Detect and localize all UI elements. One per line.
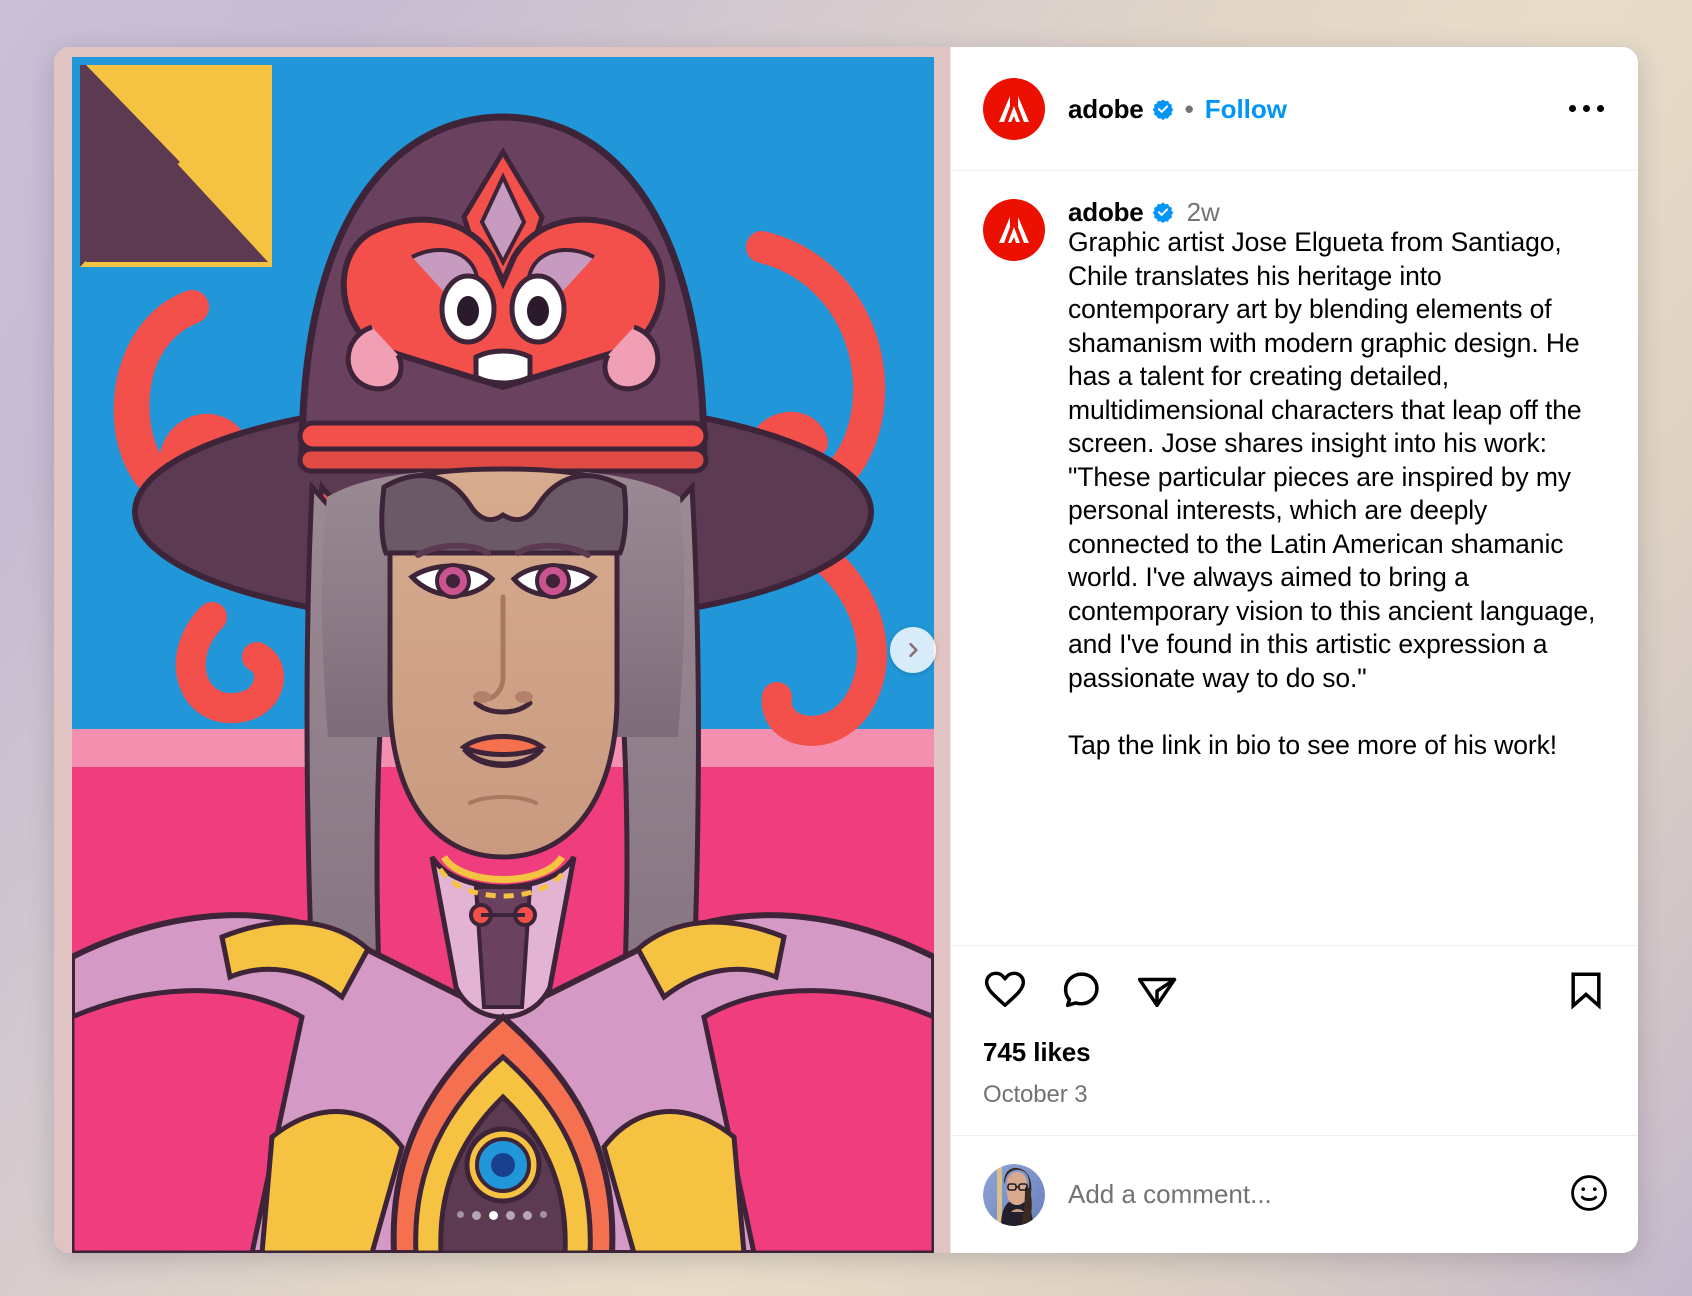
post-info-pane: adobe • Follow adobe 2w Graphic artist J… (950, 47, 1638, 1253)
post-header: adobe • Follow (951, 47, 1638, 171)
carousel-next-button[interactable] (890, 627, 936, 673)
emoji-picker-button[interactable] (1568, 1172, 1610, 1217)
post-image[interactable] (72, 57, 934, 1253)
current-user-avatar[interactable] (983, 1163, 1045, 1226)
adobe-avatar[interactable] (983, 199, 1045, 261)
caption-text: Graphic artist Jose Elgueta from Santiag… (1068, 227, 1596, 760)
caption-area: adobe 2w Graphic artist Jose Elgueta fro… (951, 171, 1638, 946)
carousel-dot[interactable] (540, 1211, 547, 1218)
carousel-dot-active[interactable] (489, 1211, 498, 1220)
save-button[interactable] (1564, 968, 1608, 1015)
adobe-logo-icon (983, 77, 1045, 140)
carousel-dot[interactable] (457, 1211, 464, 1218)
post-author-username[interactable]: adobe (1068, 96, 1144, 122)
action-icon-row (983, 968, 1608, 1015)
chevron-right-icon (903, 640, 923, 660)
instagram-post-card: adobe • Follow adobe 2w Graphic artist J… (54, 47, 1638, 1253)
more-options-icon[interactable] (1563, 93, 1610, 124)
share-button[interactable] (1135, 968, 1179, 1015)
share-paper-plane-icon (1135, 968, 1179, 1015)
verified-badge-icon (1152, 98, 1174, 120)
comment-composer (951, 1135, 1638, 1253)
artwork-illustration (72, 57, 934, 1253)
like-button[interactable] (983, 968, 1027, 1015)
carousel-dot[interactable] (523, 1211, 532, 1220)
comment-button[interactable] (1059, 968, 1103, 1015)
emoji-smiley-icon (1568, 1172, 1610, 1217)
follow-button[interactable]: Follow (1205, 96, 1287, 122)
comment-bubble-icon (1059, 968, 1103, 1015)
adobe-avatar[interactable] (983, 77, 1045, 140)
caption-timestamp: 2w (1186, 197, 1220, 227)
caption-content: adobe 2w Graphic artist Jose Elgueta fro… (1068, 199, 1608, 762)
bookmark-icon (1564, 968, 1608, 1015)
carousel-dot-indicators (54, 1211, 950, 1220)
caption-byline: adobe 2w (1068, 199, 1608, 225)
likes-count[interactable]: 745 likes (983, 1037, 1608, 1068)
post-action-bar: 745 likes October 3 (951, 946, 1638, 1115)
caption-author-username[interactable]: adobe (1068, 199, 1144, 225)
adobe-logo-icon (983, 199, 1045, 261)
header-separator: • (1184, 93, 1194, 124)
carousel-dot[interactable] (472, 1211, 481, 1220)
comment-input[interactable] (1068, 1179, 1568, 1210)
verified-badge-icon (1152, 201, 1174, 223)
heart-icon (983, 968, 1027, 1015)
user-photo (983, 1163, 1045, 1226)
carousel-dot[interactable] (506, 1211, 515, 1220)
post-author-row: adobe • Follow (1068, 96, 1563, 122)
post-date: October 3 (983, 1081, 1088, 1108)
post-media-pane (54, 47, 950, 1253)
caption-block: adobe 2w Graphic artist Jose Elgueta fro… (983, 199, 1608, 762)
